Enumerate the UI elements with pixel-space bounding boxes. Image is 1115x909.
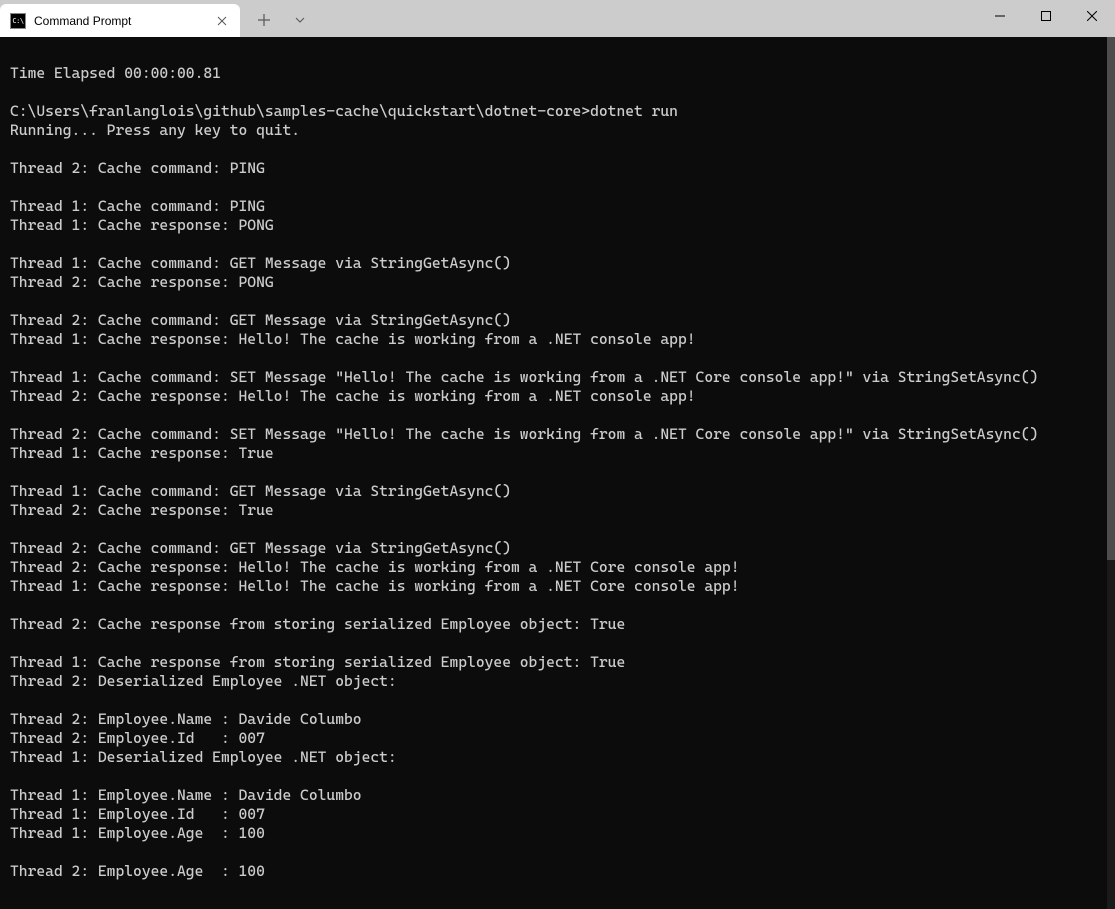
maximize-icon (1041, 11, 1051, 21)
tab-title: Command Prompt (34, 14, 206, 28)
minimize-button[interactable] (977, 0, 1023, 32)
command-prompt-icon (10, 13, 26, 29)
minimize-icon (995, 11, 1005, 21)
tab-actions (240, 0, 316, 37)
tab-close-button[interactable] (214, 13, 230, 29)
terminal-output[interactable]: Time Elapsed 00:00:00.81 C:\Users\franla… (0, 37, 1115, 909)
window-close-button[interactable] (1069, 0, 1115, 32)
plus-icon (258, 14, 270, 26)
maximize-button[interactable] (1023, 0, 1069, 32)
tab-command-prompt[interactable]: Command Prompt (0, 4, 240, 37)
chevron-down-icon (295, 17, 305, 23)
new-tab-button[interactable] (248, 4, 280, 36)
scrollbar-track[interactable] (1107, 37, 1115, 909)
window-controls (977, 0, 1115, 37)
close-icon (217, 16, 227, 26)
titlebar: Command Prompt (0, 0, 1115, 37)
close-icon (1087, 11, 1097, 21)
tab-dropdown-button[interactable] (284, 4, 316, 36)
scrollbar-thumb[interactable] (1107, 37, 1115, 560)
